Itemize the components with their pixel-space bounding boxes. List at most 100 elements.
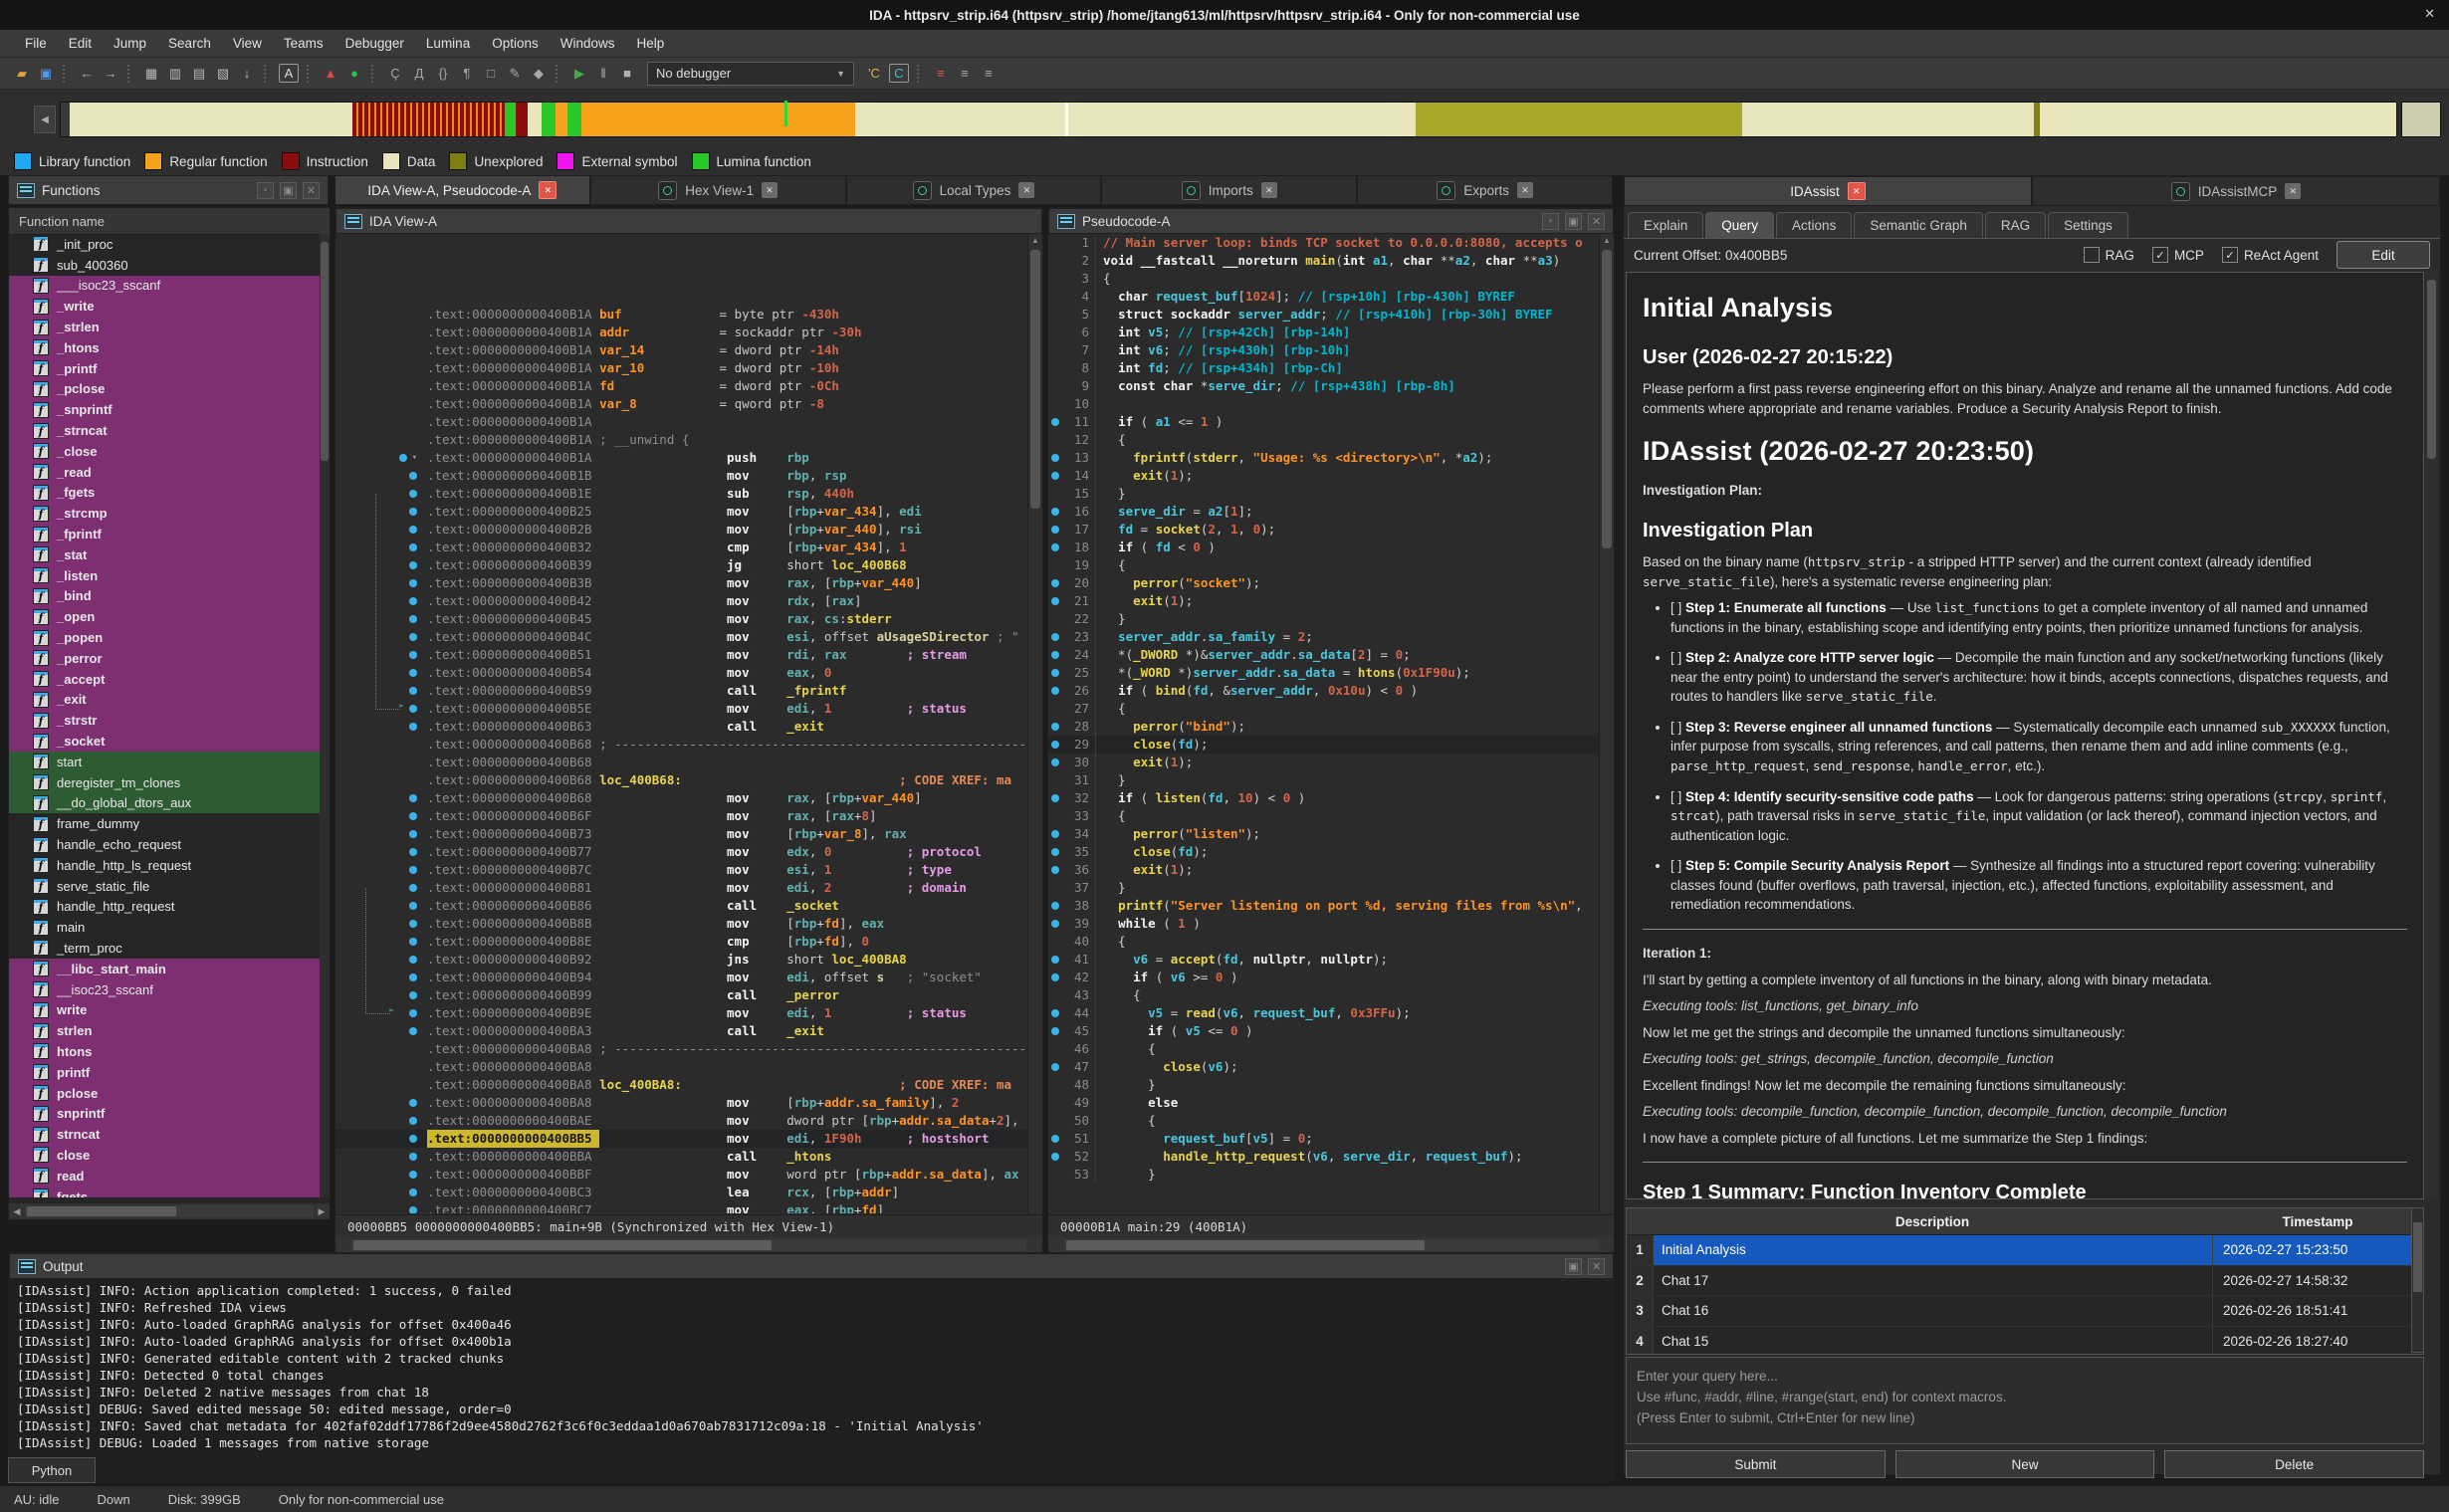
- pseudocode-line[interactable]: 51 request_buf[v5] = 0;: [1048, 1130, 1600, 1148]
- module-list-icon[interactable]: ≡: [954, 63, 976, 84]
- pseudocode-line[interactable]: 11 if ( a1 <= 1 ): [1048, 413, 1600, 431]
- toggle-mcp[interactable]: ✓MCP: [2152, 247, 2204, 263]
- pseudocode-line[interactable]: 41 v6 = accept(fd, nullptr, nullptr);: [1048, 951, 1600, 969]
- diamond-icon[interactable]: ◆: [528, 63, 550, 84]
- disassembly-line[interactable]: .text:0000000000400B81 mov edi, 2 ; doma…: [335, 879, 1028, 897]
- pseudocode-line[interactable]: 3{: [1048, 270, 1600, 288]
- pseudocode-line[interactable]: 6 int v5; // [rsp+42Ch] [rbp-14h]: [1048, 324, 1600, 341]
- function-list-item[interactable]: _strstr: [9, 710, 320, 731]
- pseudocode-line[interactable]: 37 }: [1048, 879, 1600, 897]
- select-icon[interactable]: □: [480, 63, 502, 84]
- breakpoint-dot-icon[interactable]: [1048, 1058, 1062, 1076]
- chat-history-row[interactable]: 4Chat 152026-02-26 18:27:40: [1627, 1327, 2423, 1356]
- function-list-item[interactable]: _open: [9, 606, 320, 627]
- disassembly-line[interactable]: .text:0000000000400B1A var_14 = dword pt…: [335, 341, 1028, 359]
- paragraph-icon[interactable]: ¶: [456, 63, 478, 84]
- forward-icon[interactable]: →: [100, 63, 121, 84]
- scroll-right-icon[interactable]: ▶: [314, 1206, 330, 1217]
- function-list-item[interactable]: _printf: [9, 358, 320, 379]
- functions-horizontal-scrollbar[interactable]: ◀ ▶: [9, 1203, 330, 1219]
- disassembly-line[interactable]: .text:0000000000400B63 call _exit: [335, 718, 1028, 736]
- breakpoint-dot-icon[interactable]: [1048, 843, 1062, 861]
- disassembly-line[interactable]: .text:0000000000400B3B mov rax, [rbp+var…: [335, 574, 1028, 592]
- scroll-up-icon[interactable]: ▲: [1028, 234, 1042, 248]
- collapse-icon[interactable]: ▾: [412, 449, 417, 467]
- function-list-item[interactable]: printf: [9, 1062, 320, 1083]
- text-format-icon[interactable]: A: [279, 64, 299, 83]
- pseudocode-line[interactable]: 35 close(fd);: [1048, 843, 1600, 861]
- function-list-item[interactable]: handle_http_request: [9, 897, 320, 918]
- disassembly-line[interactable]: .text:0000000000400BC3 lea rcx, [rbp+add…: [335, 1184, 1028, 1201]
- chat-history-row[interactable]: 1Initial Analysis2026-02-27 15:23:50: [1627, 1235, 2423, 1266]
- pseudocode-line[interactable]: 39 while ( 1 ): [1048, 915, 1600, 933]
- function-list-item[interactable]: _htons: [9, 337, 320, 358]
- breakpoint-dot-icon[interactable]: [1048, 592, 1062, 610]
- disassembly-line[interactable]: .text:0000000000400B1A var_10 = dword pt…: [335, 359, 1028, 377]
- disassembly-line[interactable]: .text:0000000000400B86 call _socket: [335, 897, 1028, 915]
- breakpoint-dot-icon[interactable]: [409, 705, 417, 713]
- disassembly-line[interactable]: .text:0000000000400B68 loc_400B68: ; COD…: [335, 771, 1028, 789]
- pseudocode-line[interactable]: 46 {: [1048, 1040, 1600, 1058]
- pseudocode-titlebar[interactable]: Pseudocode-A ▫▣✕: [1048, 208, 1614, 234]
- disassembly-line[interactable]: .text:0000000000400BC7 mov eax, [rbp+fd]: [335, 1201, 1028, 1213]
- breakpoint-dot-icon[interactable]: [409, 812, 417, 820]
- disassembly-line[interactable]: .text:0000000000400B8B mov [rbp+fd], eax: [335, 915, 1028, 933]
- pseudocode-line[interactable]: 17 fd = socket(2, 1, 0);: [1048, 521, 1600, 539]
- pseudocode-line[interactable]: 27 {: [1048, 700, 1600, 718]
- start-process-icon[interactable]: ▶: [568, 63, 590, 84]
- ida-view-horizontal-scrollbar[interactable]: [335, 1237, 1042, 1253]
- disassembly-line[interactable]: .text:0000000000400B1B mov rbp, rsp: [335, 467, 1028, 485]
- function-list-item[interactable]: _strncat: [9, 420, 320, 441]
- create-function-icon[interactable]: Ç: [384, 63, 406, 84]
- breakpoint-dot-icon[interactable]: [1048, 1148, 1062, 1166]
- ida-view-vertical-scrollbar[interactable]: ▲: [1027, 234, 1042, 1213]
- disassembly-line[interactable]: .text:0000000000400B1A fd = dword ptr -0…: [335, 377, 1028, 395]
- function-list-item[interactable]: handle_http_ls_request: [9, 855, 320, 876]
- disassembly-line[interactable]: .text:0000000000400B68: [335, 754, 1028, 771]
- functions-panel-titlebar[interactable]: Functions ▫▣✕: [8, 175, 329, 205]
- pseudocode-line[interactable]: 42 if ( v6 >= 0 ): [1048, 969, 1600, 986]
- navband-scroll-left-icon[interactable]: ◀: [34, 106, 56, 133]
- disassembly-line[interactable]: .text:0000000000400B1A: [335, 413, 1028, 431]
- pseudocode-line[interactable]: 24 *(_DWORD *)&server_addr.sa_data[2] = …: [1048, 646, 1600, 664]
- disassembly-line[interactable]: .text:0000000000400B9E mov edi, 1 ; stat…: [335, 1004, 1028, 1022]
- pseudocode-line[interactable]: 7 int v6; // [rsp+430h] [rbp-10h]: [1048, 341, 1600, 359]
- pseudocode-horizontal-scrollbar[interactable]: [1048, 1237, 1614, 1253]
- debugger-selector[interactable]: No debugger ▼: [647, 62, 854, 86]
- pseudocode-line[interactable]: 1// Main server loop: binds TCP socket t…: [1048, 234, 1600, 252]
- breakpoint-dot-icon[interactable]: [409, 1027, 417, 1035]
- pseudocode-line[interactable]: 22 }: [1048, 610, 1600, 628]
- function-list-item[interactable]: _stat: [9, 544, 320, 565]
- breakpoint-dot-icon[interactable]: [409, 1009, 417, 1017]
- braces-icon[interactable]: {}: [432, 63, 454, 84]
- pseudocode-line[interactable]: 4 char request_buf[1024]; // [rsp+10h] […: [1048, 288, 1600, 306]
- breakpoint-dot-icon[interactable]: [1048, 628, 1062, 646]
- function-list-item[interactable]: _write: [9, 296, 320, 317]
- pseudocode-line[interactable]: 12 {: [1048, 431, 1600, 449]
- pseudocode-line[interactable]: 53 }: [1048, 1166, 1600, 1184]
- disassembly-line[interactable]: .text:0000000000400B1A addr = sockaddr p…: [335, 324, 1028, 341]
- disassembly-line[interactable]: .text:0000000000400B4C mov esi, offset a…: [335, 628, 1028, 646]
- pseudocode-line[interactable]: 36 exit(1);: [1048, 861, 1600, 879]
- output-titlebar[interactable]: Output ▣✕: [9, 1253, 1614, 1279]
- function-list-item[interactable]: strncat: [9, 1124, 320, 1145]
- breakpoint-dot-icon[interactable]: [409, 956, 417, 964]
- pseudocode-line[interactable]: 16 serve_dir = a2[1];: [1048, 503, 1600, 521]
- breakpoint-dot-icon[interactable]: [409, 615, 417, 623]
- disassembly-line[interactable]: .text:0000000000400B59 call _fprintf: [335, 682, 1028, 700]
- disassembly-line[interactable]: ▾.text:0000000000400B1A push rbp: [335, 449, 1028, 467]
- breakpoint-dot-icon[interactable]: [1048, 574, 1062, 592]
- pseudocode-line[interactable]: 29 close(fd);: [1048, 736, 1600, 754]
- ida-view-titlebar[interactable]: IDA View-A: [335, 208, 1042, 234]
- function-list-item[interactable]: _snprintf: [9, 399, 320, 420]
- column-description[interactable]: Description: [1653, 1208, 2212, 1234]
- function-list-item[interactable]: _bind: [9, 586, 320, 607]
- pseudocode-line[interactable]: 52 handle_http_request(v6, serve_dir, re…: [1048, 1148, 1600, 1166]
- breakpoint-dot-icon[interactable]: [409, 1099, 417, 1107]
- disassembly-line[interactable]: .text:0000000000400BBF mov word ptr [rbp…: [335, 1166, 1028, 1184]
- disassembly-line[interactable]: .text:0000000000400BA8 ; ---------------…: [335, 1040, 1028, 1058]
- function-list-item[interactable]: _close: [9, 441, 320, 462]
- menu-item-lumina[interactable]: Lumina: [415, 33, 481, 54]
- maximize-icon[interactable]: ▣: [280, 182, 297, 199]
- function-list-item[interactable]: pclose: [9, 1083, 320, 1104]
